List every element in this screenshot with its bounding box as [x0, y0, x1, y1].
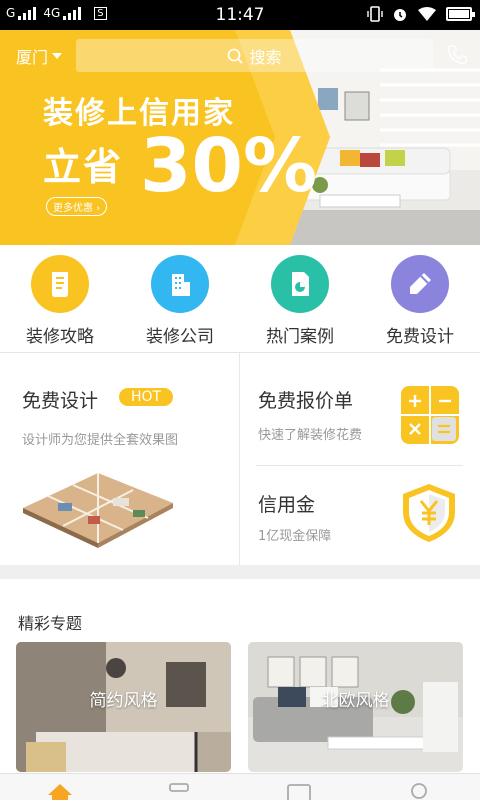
topic-card-minimal[interactable]: 简约风格: [16, 642, 231, 772]
category-icon-bg: [271, 255, 329, 313]
topic-label: 北欧风格: [321, 691, 390, 711]
category-company[interactable]: 装修公司: [120, 245, 240, 352]
search-bar[interactable]: 搜索: [76, 39, 433, 72]
section-gap: [0, 565, 480, 579]
category-grid: 装修攻略 装修公司 热门案例 免费设计: [0, 245, 480, 353]
features-section: 免费设计 HOT 设计师为您提供全套效果图 免费报价单 快速了解装修花费 信用金…: [0, 353, 480, 565]
battery-icon: [446, 7, 475, 21]
city-selector[interactable]: 厦门: [16, 44, 63, 68]
quote-title: 免费报价单: [258, 390, 354, 412]
category-label: 免费设计: [386, 327, 454, 347]
pencil-icon: [410, 273, 431, 294]
category-icon-bg: [31, 255, 89, 313]
topics-title: 精彩专题: [18, 614, 83, 633]
yuan-shield-icon: [403, 484, 455, 542]
user-icon[interactable]: [405, 781, 433, 800]
category-free-design[interactable]: 免费设计: [360, 245, 480, 352]
topic-card-nordic[interactable]: 北欧风格: [248, 642, 463, 772]
city-label: 厦门: [16, 48, 49, 67]
category-guide[interactable]: 装修攻略: [0, 245, 120, 352]
home-icon[interactable]: [46, 781, 74, 800]
credit-subtitle: 1亿现金保障: [258, 529, 332, 544]
more-offers-button[interactable]: 更多优惠 ›: [46, 197, 108, 216]
category-label: 装修公司: [146, 327, 214, 347]
guide-icon: [52, 272, 68, 297]
search-placeholder: 搜索: [249, 47, 282, 67]
case-icon: [292, 272, 309, 296]
chevron-down-icon: [52, 53, 63, 59]
more-offers-label: 更多优惠: [53, 203, 93, 214]
category-cases[interactable]: 热门案例: [240, 245, 360, 352]
wifi-icon: [418, 7, 436, 21]
alarm-icon: [394, 9, 406, 21]
status-bar: G 4G S 11:47: [0, 0, 480, 30]
quote-subtitle: 快速了解装修花费: [258, 428, 363, 443]
bottom-tab-bar: [0, 773, 480, 800]
gallery-icon[interactable]: [285, 781, 313, 800]
status-right: [367, 6, 475, 22]
divider: [256, 465, 463, 466]
hot-badge: HOT: [119, 388, 174, 406]
free-design-subtitle: 设计师为您提供全套效果图: [22, 433, 179, 448]
floorplan-3d-image: [23, 473, 173, 548]
category-icon-bg: [391, 255, 449, 313]
banner-save-label: 立省: [43, 145, 124, 189]
company-icon: [172, 274, 190, 296]
category-label: 装修攻略: [26, 327, 94, 347]
search-icon: [228, 48, 244, 64]
topic-label: 简约风格: [89, 691, 158, 711]
calculator-icon: [401, 386, 459, 444]
category-icon-bg: [151, 255, 209, 313]
free-design-card[interactable]: 免费设计 HOT 设计师为您提供全套效果图: [0, 353, 240, 565]
category-label: 热门案例: [266, 327, 334, 347]
paint-roller-icon[interactable]: [165, 781, 193, 800]
free-design-title: 免费设计: [22, 390, 99, 412]
phone-icon[interactable]: [446, 44, 468, 66]
banner-discount: 30%: [140, 123, 318, 209]
vibrate-icon: [367, 6, 383, 22]
credit-title: 信用金: [258, 494, 316, 516]
